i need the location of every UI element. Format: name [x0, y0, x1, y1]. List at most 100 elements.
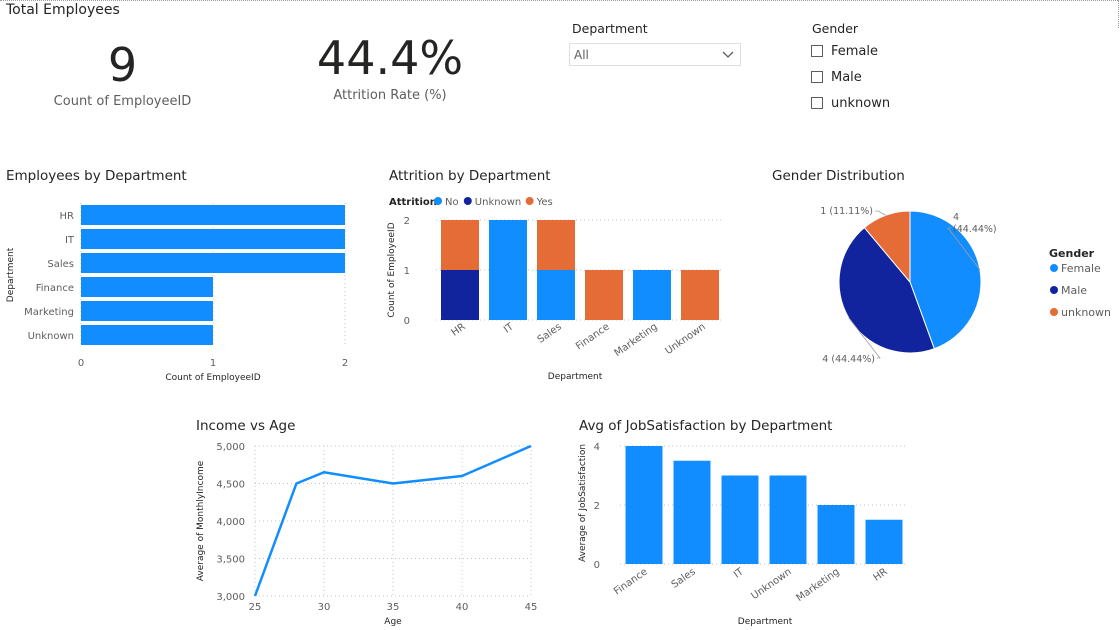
kpi-card-attrition-rate[interactable]: 44.4% Attrition Rate (%)	[290, 30, 490, 110]
data-label: (44.44%)	[953, 224, 997, 235]
chevron-down-icon	[722, 51, 734, 58]
gender-option-unknown[interactable]: unknown	[811, 93, 890, 113]
kpi-label-attrition-rate: Attrition Rate (%)	[333, 88, 447, 103]
data-label: 4 (44.44%)	[822, 354, 875, 365]
y-tick-label: 2	[404, 216, 410, 227]
bar[interactable]	[81, 301, 213, 321]
bar[interactable]	[625, 446, 663, 564]
bar[interactable]	[865, 519, 903, 564]
data-label: 4	[953, 212, 959, 223]
gender-option-male[interactable]: Male	[811, 67, 890, 87]
bar-segment[interactable]	[681, 270, 719, 320]
gender-option-female[interactable]: Female	[811, 41, 890, 61]
y-axis-label: Count of EmployeeID	[387, 222, 397, 317]
gender-distribution-chart[interactable]: 4(44.44%) 4 (44.44%) 1 (11.11%) Gender Femal…	[765, 190, 1115, 380]
x-axis-label: Count of EmployeeID	[165, 373, 260, 383]
legend-title: Gender	[1049, 247, 1095, 260]
bar-segment[interactable]	[489, 220, 527, 320]
kpi-value-attrition-rate: 44.4%	[316, 31, 464, 85]
gender-slicer-options: Female Male unknown	[811, 41, 890, 113]
gender-option-label: Male	[831, 69, 862, 85]
bar-segment[interactable]	[441, 270, 479, 320]
employees-by-department-chart[interactable]: 0 1 2 HR IT Sales Finance Marketing Unknown Count…	[0, 190, 370, 390]
kpi-card-employee-count[interactable]: 9 Count of EmployeeID	[40, 36, 205, 116]
kpi-label-employee-count: Count of EmployeeID	[53, 94, 192, 109]
bar[interactable]	[81, 205, 345, 225]
bar[interactable]	[721, 475, 759, 565]
page-border-top	[0, 0, 1118, 2]
bar[interactable]	[81, 277, 213, 297]
x-tick-label: 40	[456, 602, 469, 613]
bar[interactable]	[817, 505, 855, 564]
gender-option-label: Female	[831, 43, 879, 59]
y-tick-label: Marketing	[24, 307, 74, 318]
bar[interactable]	[769, 475, 807, 565]
bar-segment[interactable]	[441, 220, 479, 270]
y-tick-label: IT	[65, 235, 75, 246]
legend-label: unknown	[1061, 306, 1111, 319]
y-tick-label: 2	[594, 501, 600, 512]
legend-marker[interactable]	[434, 197, 442, 205]
x-tick-label: Marketing	[795, 566, 842, 604]
checkbox-icon[interactable]	[811, 71, 823, 83]
y-tick-label: 0	[404, 316, 410, 327]
chart-title-employees-by-department: Employees by Department	[6, 168, 187, 184]
data-label: 1 (11.11%)	[820, 206, 873, 217]
legend-marker[interactable]	[1050, 286, 1058, 294]
y-tick-label: 3,000	[216, 592, 245, 603]
legend-marker[interactable]	[1050, 264, 1058, 272]
line-series	[253, 444, 532, 597]
x-tick-label: HR	[450, 321, 468, 338]
x-tick-label: Unknown	[749, 566, 793, 602]
x-tick-label: Sales	[670, 566, 698, 590]
y-tick-label: Sales	[47, 259, 74, 270]
gender-option-label: unknown	[831, 95, 891, 111]
y-tick-label: 3,500	[216, 555, 245, 566]
income-vs-age-chart[interactable]: 25 30 35 40 45 3,000 3,500 4,000 4,500 5,000 Age Av…	[190, 435, 560, 630]
y-tick-label: 4	[594, 442, 600, 453]
department-dropdown[interactable]: All	[569, 43, 741, 66]
card-title: Total Employees	[6, 2, 120, 18]
checkbox-icon[interactable]	[811, 45, 823, 57]
chart-title-income-vs-age: Income vs Age	[196, 418, 296, 434]
bar-segment[interactable]	[537, 270, 575, 320]
x-tick-label: 2	[342, 358, 348, 369]
chart-title-attrition-by-department: Attrition by Department	[389, 168, 551, 184]
chart-title-gender-distribution: Gender Distribution	[772, 168, 905, 184]
y-tick-label: HR	[60, 211, 75, 222]
x-tick-label: IT	[732, 566, 746, 581]
y-axis-label: Average of JobSatisfaction	[578, 444, 588, 562]
legend-label: Male	[1061, 284, 1087, 297]
legend-marker[interactable]	[1050, 308, 1058, 316]
avg-jobsatisfaction-chart[interactable]: 0 2 4 Finance Sales IT Unknown Marketing HR Depar…	[575, 435, 935, 630]
attrition-by-department-chart[interactable]: Attrition No Unknown Yes 0 1 2 HR IT Sales Finance…	[380, 190, 740, 390]
y-tick-label: 0	[594, 560, 600, 571]
x-tick-label: Unknown	[663, 321, 707, 357]
bar-segment[interactable]	[537, 220, 575, 270]
bar[interactable]	[81, 253, 345, 273]
x-tick-label: 0	[78, 358, 84, 369]
x-tick-label: Marketing	[613, 321, 660, 359]
bar-segment[interactable]	[585, 270, 623, 320]
x-tick-label: 35	[387, 602, 400, 613]
y-tick-label: 5,000	[216, 442, 245, 453]
x-tick-label: 45	[525, 602, 538, 613]
y-tick-label: 4,500	[216, 480, 245, 491]
legend-marker[interactable]	[525, 197, 534, 205]
bar[interactable]	[673, 460, 711, 564]
x-tick-label: Sales	[536, 321, 564, 345]
x-tick-label: 25	[249, 602, 262, 613]
legend-label: Yes	[536, 197, 553, 208]
x-tick-label: Finance	[612, 566, 650, 597]
checkbox-icon[interactable]	[811, 97, 823, 109]
bar[interactable]	[81, 325, 213, 345]
legend-marker[interactable]	[463, 197, 472, 205]
y-tick-label: Unknown	[28, 331, 74, 342]
x-axis-label: Department	[738, 617, 793, 627]
bar-segment[interactable]	[633, 270, 671, 320]
x-tick-label: HR	[872, 566, 890, 583]
legend-title: Attrition	[389, 197, 437, 208]
x-tick-label: IT	[502, 321, 516, 336]
gender-slicer-header: Gender	[812, 21, 859, 36]
bar[interactable]	[81, 229, 345, 249]
